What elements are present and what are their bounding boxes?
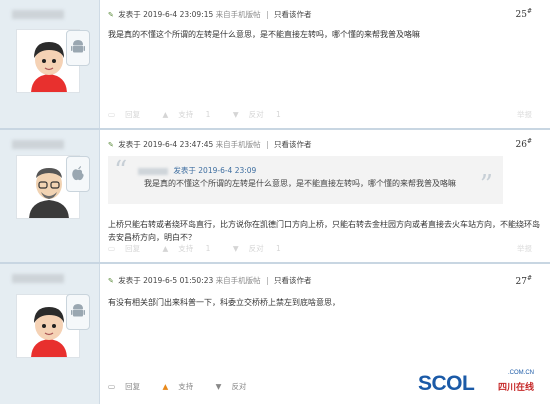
watermark-domain: .COM.CN bbox=[508, 370, 534, 376]
floor-value: 27 bbox=[515, 277, 527, 287]
author-name-redacted[interactable] bbox=[12, 10, 64, 19]
oppose-button[interactable]: ▼ 反对 1 bbox=[233, 243, 291, 254]
android-icon bbox=[71, 40, 85, 53]
watermark-brand: SCOL bbox=[418, 372, 475, 395]
android-icon bbox=[71, 304, 85, 317]
post-body: 上桥只能右转或者绕环岛直行，比方说你在凯德门口方向上桥，只能右转去金柱园方向或者… bbox=[108, 220, 540, 242]
floor-number[interactable]: 26# bbox=[516, 138, 532, 150]
thumb-up-icon: ▲ bbox=[162, 244, 169, 253]
thumb-down-icon: ▼ bbox=[232, 110, 239, 119]
post-floor-25: ✎ 发表于 2019-6-4 23:09:15 来自手机版帖 | 只看该作者 2… bbox=[0, 0, 550, 130]
support-label: 支持 bbox=[178, 110, 194, 119]
post-meta: ✎ 发表于 2019-6-5 01:50:23 来自手机版帖 | 只看该作者 bbox=[108, 275, 311, 286]
report-link[interactable]: 举报 bbox=[517, 109, 532, 120]
floor-number[interactable]: 25# bbox=[516, 8, 532, 20]
post-body: 我是真的不懂这个所谓的左转是什么意思，是不能直接左转吗，哪个懂的来帮我普及咯嘛 bbox=[108, 30, 420, 39]
floor-value: 26 bbox=[515, 140, 527, 150]
quote-posted-label: 发表于 bbox=[173, 166, 196, 175]
thumb-down-icon: ▼ bbox=[215, 382, 222, 391]
author-only-link[interactable]: 只看该作者 bbox=[274, 276, 312, 285]
open-quote-icon: “ bbox=[114, 156, 128, 186]
post-time: 2019-6-5 01:50:23 bbox=[143, 276, 214, 285]
quoted-author-redacted bbox=[138, 167, 168, 175]
support-count: 1 bbox=[205, 110, 211, 119]
post-meta: ✎ 发表于 2019-6-4 23:47:45 来自手机版帖 | 只看该作者 bbox=[108, 139, 311, 150]
support-count: 1 bbox=[205, 244, 211, 253]
author-sidebar bbox=[0, 130, 100, 262]
post-actions: ▭ 回复 ▲ 支持 ▼ 反对 bbox=[108, 381, 266, 392]
meta-separator: | bbox=[266, 10, 269, 19]
oppose-button[interactable]: ▼ 反对 1 bbox=[233, 109, 291, 120]
author-only-link[interactable]: 只看该作者 bbox=[274, 10, 312, 19]
oppose-label: 反对 bbox=[248, 110, 264, 119]
android-device-badge bbox=[66, 30, 90, 66]
support-label: 支持 bbox=[178, 382, 194, 391]
author-sidebar bbox=[0, 0, 100, 128]
post-floor-26: ✎ 发表于 2019-6-4 23:47:45 来自手机版帖 | 只看该作者 2… bbox=[0, 130, 550, 264]
apple-icon bbox=[72, 166, 84, 181]
pencil-icon: ✎ bbox=[108, 277, 114, 285]
pencil-icon: ✎ bbox=[108, 11, 114, 19]
post-time: 2019-6-4 23:09:15 bbox=[143, 10, 214, 19]
author-sidebar bbox=[0, 264, 100, 404]
post-actions: ▭ 回复 ▲ 支持 1 ▼ 反对 1 bbox=[108, 109, 301, 120]
quote-block: “ 发表于 2019-6-4 23:09 我是真的不懂这个所谓的左转是什么意思，… bbox=[108, 156, 503, 204]
post-content: ✎ 发表于 2019-6-5 01:50:23 来自手机版帖 | 只看该作者 2… bbox=[101, 264, 550, 404]
watermark-cn: 四川在线 bbox=[497, 383, 534, 393]
reply-label: 回复 bbox=[125, 382, 141, 391]
oppose-button[interactable]: ▼ 反对 bbox=[216, 381, 257, 392]
quote-time: 2019-6-4 23:09 bbox=[198, 166, 257, 175]
thumb-up-icon: ▲ bbox=[162, 110, 169, 119]
reply-label: 回复 bbox=[125, 244, 141, 253]
post-body: 有没有相关部门出来科普一下，科委立交桥桥上禁左到底啥意思， bbox=[108, 298, 340, 307]
post-content: ✎ 发表于 2019-6-4 23:09:15 来自手机版帖 | 只看该作者 2… bbox=[101, 0, 550, 128]
meta-separator: | bbox=[266, 140, 269, 149]
post-actions: ▭ 回复 ▲ 支持 1 ▼ 反对 1 bbox=[108, 243, 301, 254]
scol-watermark-logo: SCOL .COM.CN 四川在线 bbox=[418, 370, 538, 398]
close-quote-icon: ” bbox=[479, 170, 493, 200]
author-only-link[interactable]: 只看该作者 bbox=[274, 140, 312, 149]
floor-number[interactable]: 27# bbox=[516, 275, 532, 287]
reply-icon: ▭ bbox=[108, 382, 116, 391]
oppose-count: 1 bbox=[276, 244, 281, 253]
reply-icon: ▭ bbox=[108, 244, 116, 253]
support-button[interactable]: ▲ 支持 bbox=[162, 381, 203, 392]
reply-icon: ▭ bbox=[108, 110, 116, 119]
support-button[interactable]: ▲ 支持 1 bbox=[162, 243, 220, 254]
floor-value: 25 bbox=[515, 10, 527, 20]
support-label: 支持 bbox=[178, 244, 194, 253]
oppose-label: 反对 bbox=[231, 382, 247, 391]
post-floor-27: ✎ 发表于 2019-6-5 01:50:23 来自手机版帖 | 只看该作者 2… bbox=[0, 264, 550, 404]
author-name-redacted[interactable] bbox=[12, 274, 64, 283]
oppose-label: 反对 bbox=[248, 244, 264, 253]
reply-label: 回复 bbox=[125, 110, 141, 119]
reply-button[interactable]: ▭ 回复 bbox=[108, 243, 150, 254]
report-link[interactable]: 举报 bbox=[517, 243, 532, 254]
reply-button[interactable]: ▭ 回复 bbox=[108, 109, 150, 120]
pencil-icon: ✎ bbox=[108, 141, 114, 149]
quote-meta[interactable]: 发表于 2019-6-4 23:09 bbox=[138, 165, 256, 176]
support-button[interactable]: ▲ 支持 1 bbox=[162, 109, 220, 120]
android-device-badge bbox=[66, 294, 90, 330]
posted-label: 发表于 bbox=[118, 10, 141, 19]
post-time: 2019-6-4 23:47:45 bbox=[143, 140, 214, 149]
quote-text: 我是真的不懂这个所谓的左转是什么意思，是不能直接左转吗，哪个懂的来帮我普及咯嘛 bbox=[144, 179, 456, 188]
apple-device-badge bbox=[66, 156, 90, 192]
post-source: 来自手机版帖 bbox=[215, 276, 261, 285]
posted-label: 发表于 bbox=[118, 140, 141, 149]
thumb-down-icon: ▼ bbox=[232, 244, 239, 253]
oppose-count: 1 bbox=[276, 110, 281, 119]
thumb-up-icon: ▲ bbox=[162, 382, 169, 391]
author-name-redacted[interactable] bbox=[12, 140, 64, 149]
post-meta: ✎ 发表于 2019-6-4 23:09:15 来自手机版帖 | 只看该作者 bbox=[108, 9, 311, 20]
post-source: 来自手机版帖 bbox=[215, 140, 261, 149]
posted-label: 发表于 bbox=[118, 276, 141, 285]
reply-button[interactable]: ▭ 回复 bbox=[108, 381, 150, 392]
post-content: ✎ 发表于 2019-6-4 23:47:45 来自手机版帖 | 只看该作者 2… bbox=[101, 130, 550, 262]
post-source: 来自手机版帖 bbox=[215, 10, 261, 19]
meta-separator: | bbox=[266, 276, 269, 285]
